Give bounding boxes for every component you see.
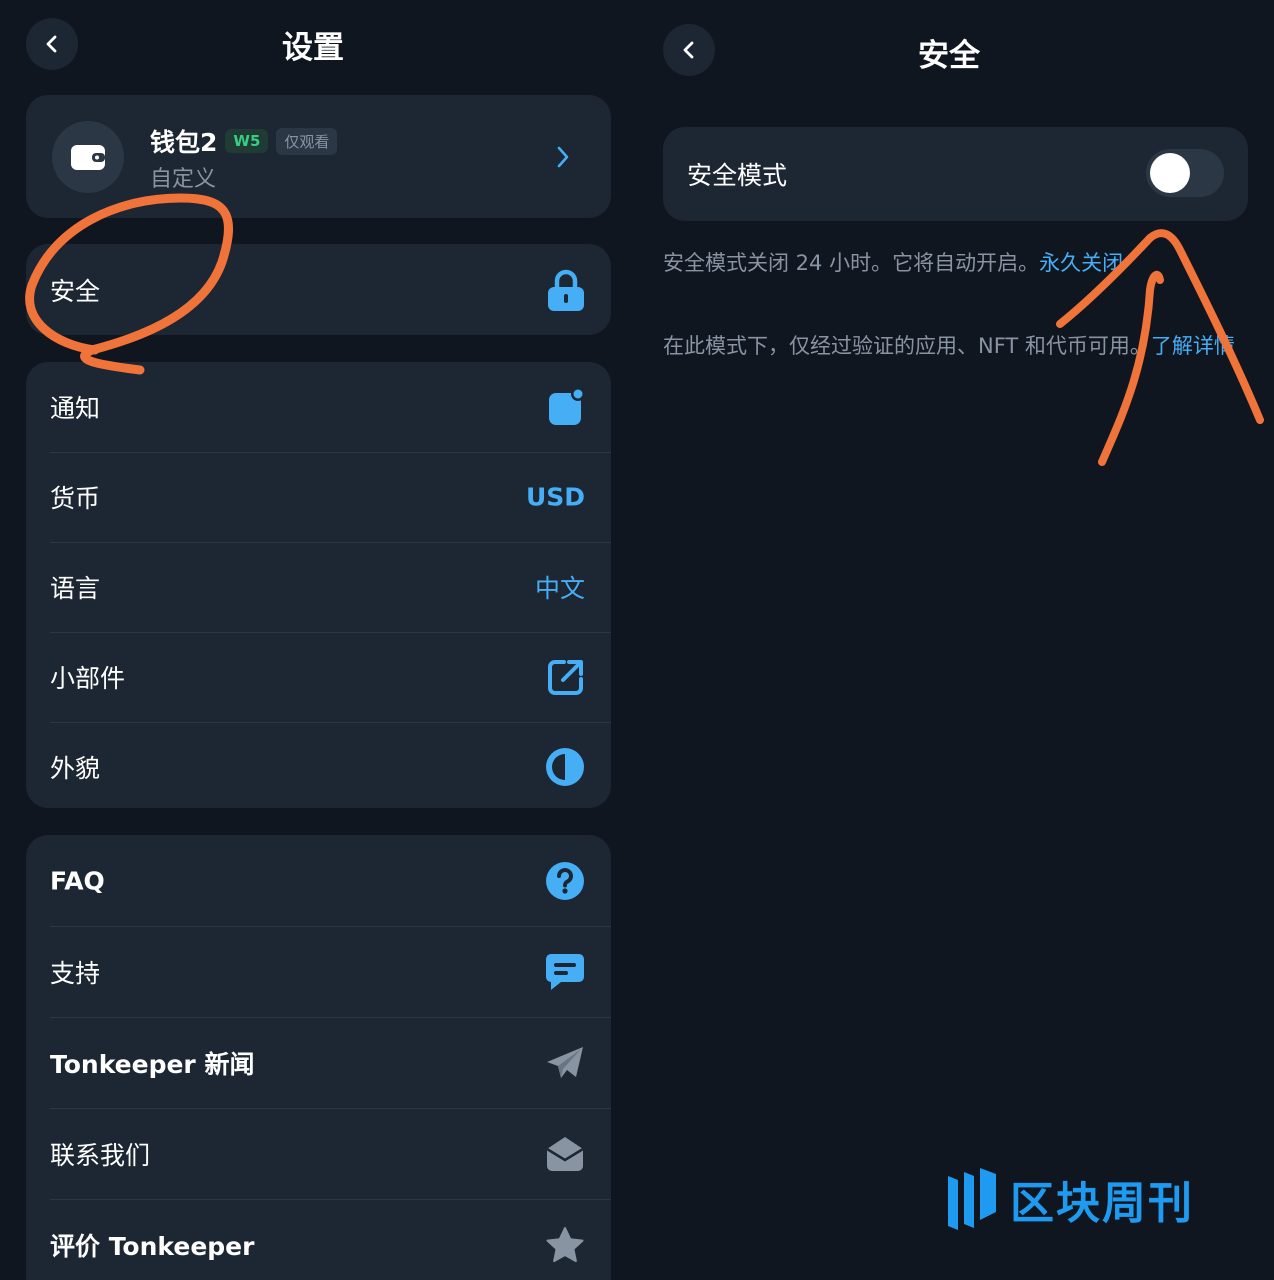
currency-value: USD bbox=[525, 482, 585, 512]
safe-mode-notice-text: 安全模式关闭 24 小时。它将自动开启。 bbox=[663, 251, 1040, 275]
notification-icon bbox=[549, 387, 585, 425]
chat-icon bbox=[546, 953, 584, 990]
appearance-icon bbox=[546, 748, 584, 786]
question-icon bbox=[546, 861, 584, 900]
wallet-card[interactable]: 钱包2 W5 仅观看 自定义 bbox=[26, 95, 611, 218]
help-card: FAQ 支持 Tonkeeper 新闻 联系我们 评价 Tonkeeper bbox=[26, 835, 611, 1280]
external-link-icon bbox=[548, 660, 583, 695]
settings-row-contact[interactable]: 联系我们 bbox=[26, 1108, 611, 1199]
preferences-card: 通知 货币 USD 语言 中文 小部件 外貌 bbox=[26, 362, 611, 808]
settings-row-faq[interactable]: FAQ bbox=[26, 835, 611, 926]
safe-mode-toggle[interactable] bbox=[1146, 149, 1224, 197]
language-label: 语言 bbox=[50, 574, 101, 603]
wallet-name: 钱包2 bbox=[150, 128, 218, 157]
settings-row-support[interactable]: 支持 bbox=[26, 926, 611, 1017]
telegram-icon bbox=[547, 1046, 583, 1078]
security-panel: 安全 安全模式 安全模式关闭 24 小时。它将自动开启。永久关闭 在此模式下，仅… bbox=[637, 0, 1274, 1280]
rate-label: 评价 Tonkeeper bbox=[50, 1231, 255, 1261]
wallet-version-badge: W5 bbox=[225, 129, 269, 153]
settings-row-widgets[interactable]: 小部件 bbox=[26, 632, 611, 722]
settings-row-news[interactable]: Tonkeeper 新闻 bbox=[26, 1017, 611, 1108]
disable-permanently-link[interactable]: 永久关闭 bbox=[1039, 251, 1123, 275]
settings-row-notifications[interactable]: 通知 bbox=[26, 362, 611, 452]
contact-label: 联系我们 bbox=[50, 1140, 151, 1170]
safe-mode-label: 安全模式 bbox=[687, 161, 788, 190]
notifications-label: 通知 bbox=[50, 394, 101, 423]
settings-row-rate[interactable]: 评价 Tonkeeper bbox=[26, 1199, 611, 1280]
watermark-logo-icon bbox=[948, 1168, 996, 1230]
mail-icon bbox=[546, 1136, 584, 1171]
appearance-label: 外貌 bbox=[50, 754, 101, 783]
language-value: 中文 bbox=[534, 574, 585, 603]
settings-row-appearance[interactable]: 外貌 bbox=[26, 722, 611, 808]
watermark: 区块周刊 bbox=[944, 1166, 1194, 1232]
faq-label: FAQ bbox=[50, 866, 105, 895]
settings-row-language[interactable]: 语言 中文 bbox=[26, 542, 611, 632]
safe-mode-info-text: 在此模式下，仅经过验证的应用、NFT 和代币可用。 bbox=[663, 334, 1151, 358]
wallet-type: 自定义 bbox=[150, 167, 217, 192]
watermark-text: 区块周刊 bbox=[1010, 1178, 1194, 1229]
chevron-right-icon bbox=[557, 146, 569, 167]
wallet-name-row: 钱包2 W5 仅观看 bbox=[150, 123, 338, 159]
security-card[interactable]: 安全 bbox=[26, 244, 611, 335]
learn-more-link[interactable]: 了解详情 bbox=[1151, 334, 1235, 358]
currency-label: 货币 bbox=[50, 484, 101, 513]
safe-mode-info: 在此模式下，仅经过验证的应用、NFT 和代币可用。了解详情 bbox=[663, 331, 1253, 362]
toggle-knob bbox=[1150, 153, 1190, 193]
lock-icon bbox=[548, 269, 584, 311]
settings-row-currency[interactable]: 货币 USD bbox=[26, 452, 611, 542]
widgets-label: 小部件 bbox=[50, 664, 126, 693]
settings-row-security[interactable]: 安全 bbox=[26, 244, 611, 335]
safe-mode-card: 安全模式 bbox=[663, 127, 1248, 221]
wallet-icon bbox=[52, 121, 124, 193]
watch-only-badge: 仅观看 bbox=[276, 127, 338, 155]
settings-panel: 设置 钱包2 W5 仅观看 自定义 安全 通知 货币 USD 语言 中文 小部件… bbox=[0, 0, 637, 1280]
page-title: 设置 bbox=[282, 30, 344, 66]
security-label: 安全 bbox=[50, 276, 101, 306]
page-title: 安全 bbox=[918, 38, 980, 74]
support-label: 支持 bbox=[50, 958, 101, 988]
safe-mode-notice: 安全模式关闭 24 小时。它将自动开启。永久关闭 bbox=[663, 248, 1253, 279]
news-label: Tonkeeper 新闻 bbox=[50, 1049, 255, 1079]
star-icon bbox=[546, 1226, 584, 1262]
